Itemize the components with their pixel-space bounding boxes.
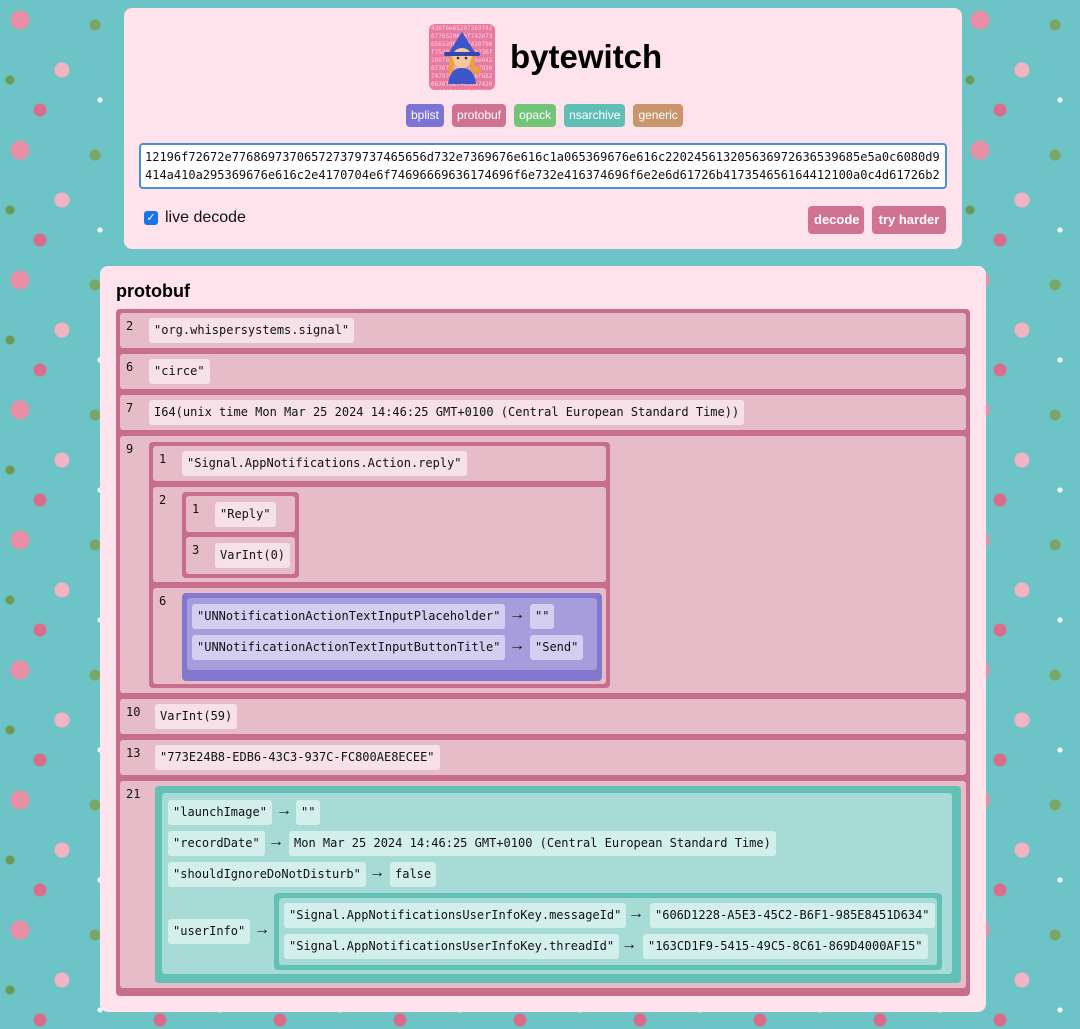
- logo-icon: 436f6e6520736974207765206e6f742073656520…: [429, 24, 495, 90]
- field-row: 1 "Signal.AppNotifications.Action.reply": [153, 446, 606, 481]
- app-header: 436f6e6520736974207765206e6f742073656520…: [429, 24, 662, 90]
- nested-message: 1 "Reply" 3 VarInt(0): [182, 492, 299, 578]
- field-row: 13 "773E24B8-EDB6-43C3-937C-FC800AE8ECEE…: [120, 740, 966, 775]
- field-number: 6: [159, 594, 167, 608]
- live-decode-checkbox[interactable]: ✓: [144, 211, 158, 225]
- dict-key[interactable]: "userInfo": [168, 919, 251, 944]
- dict-value[interactable]: "Send": [530, 635, 584, 660]
- live-decode-label: live decode: [165, 209, 246, 226]
- result-title: protobuf: [116, 281, 190, 301]
- arrow-icon: →: [509, 637, 525, 654]
- nested-dictionary: "Signal.AppNotificationsUserInfoKey.mess…: [274, 893, 942, 970]
- tab-opack[interactable]: opack: [514, 104, 557, 127]
- dict-key[interactable]: "launchImage": [168, 800, 272, 825]
- field-value[interactable]: "circe": [149, 359, 210, 384]
- decoder-tabs: bplist protobuf opack nsarchive generic: [406, 104, 683, 127]
- field-row: 6 "circe": [120, 354, 966, 389]
- field-value[interactable]: VarInt(59): [155, 704, 238, 729]
- dictionary-block: "launchImage" → "" "recordDate" → Mon Ma…: [155, 786, 961, 983]
- field-number: 9: [126, 442, 134, 456]
- field-value[interactable]: "Reply": [215, 502, 276, 527]
- field-number: 3: [192, 543, 200, 557]
- arrow-icon: →: [369, 864, 385, 881]
- witch-icon: [444, 32, 481, 84]
- dictionary-entries: "launchImage" → "" "recordDate" → Mon Ma…: [162, 793, 952, 974]
- dict-key[interactable]: "Signal.AppNotificationsUserInfoKey.mess…: [284, 903, 627, 928]
- arrow-icon: →: [628, 905, 644, 922]
- dict-key[interactable]: "UNNotificationActionTextInputPlaceholde…: [192, 604, 506, 629]
- protobuf-tree: 2 "org.whispersystems.signal" 6 "circe" …: [116, 309, 970, 996]
- try-harder-button[interactable]: try harder: [872, 206, 946, 234]
- live-decode-toggle[interactable]: ✓ live decode: [144, 209, 246, 227]
- dict-key[interactable]: "UNNotificationActionTextInputButtonTitl…: [192, 635, 506, 660]
- field-row: 7 I64(unix time Mon Mar 25 2024 14:46:25…: [120, 395, 966, 430]
- field-number: 21: [126, 787, 141, 801]
- arrow-icon: →: [621, 936, 637, 953]
- dict-key[interactable]: "recordDate": [168, 831, 265, 856]
- field-value[interactable]: "Signal.AppNotifications.Action.reply": [182, 451, 467, 476]
- field-number: 1: [159, 452, 167, 466]
- field-value[interactable]: VarInt(0): [215, 543, 291, 568]
- dict-value[interactable]: "606D1228-A5E3-45C2-B6F1-985E8451D634": [650, 903, 935, 928]
- field-row: 10 VarInt(59): [120, 699, 966, 734]
- decode-button[interactable]: decode: [808, 206, 864, 234]
- header-card: 436f6e6520736974207765206e6f742073656520…: [124, 8, 962, 249]
- dictionary-entries: "UNNotificationActionTextInputPlaceholde…: [187, 598, 597, 670]
- arrow-icon: →: [268, 833, 284, 850]
- tab-generic[interactable]: generic: [633, 104, 683, 127]
- nested-message: 1 "Signal.AppNotifications.Action.reply"…: [149, 442, 610, 688]
- dict-key[interactable]: "Signal.AppNotificationsUserInfoKey.thre…: [284, 934, 620, 959]
- arrow-icon: →: [276, 802, 292, 819]
- nested-dictionary-entries: "Signal.AppNotificationsUserInfoKey.mess…: [279, 898, 937, 965]
- dictionary-block: "UNNotificationActionTextInputPlaceholde…: [182, 593, 602, 681]
- dict-value[interactable]: false: [390, 862, 437, 887]
- dict-value[interactable]: "": [296, 800, 321, 825]
- app-title: bytewitch: [510, 38, 663, 75]
- tab-nsarchive[interactable]: nsarchive: [564, 104, 626, 127]
- dict-value[interactable]: Mon Mar 25 2024 14:46:25 GMT+0100 (Centr…: [289, 831, 776, 856]
- dict-value[interactable]: "": [530, 604, 555, 629]
- arrow-icon: →: [254, 921, 270, 938]
- field-row: 9 1 "Signal.AppNotifications.Action.repl…: [120, 436, 966, 693]
- field-number: 1: [192, 502, 200, 516]
- field-row: 2 1 "Reply" 3 VarInt(0): [153, 487, 606, 582]
- result-card: protobuf 2 "org.whispersystems.signal" 6…: [100, 266, 986, 1012]
- field-number: 2: [159, 493, 167, 507]
- dict-key[interactable]: "shouldIgnoreDoNotDisturb": [168, 862, 366, 887]
- field-row: 2 "org.whispersystems.signal": [120, 313, 966, 348]
- dict-value[interactable]: "163CD1F9-5415-49C5-8C61-869D4000AF15": [643, 934, 928, 959]
- field-number: 13: [126, 746, 141, 760]
- field-row: 6 "UNNotificationActionTextInputPlacehol…: [153, 588, 606, 684]
- field-row: 3 VarInt(0): [186, 537, 295, 574]
- tab-bplist[interactable]: bplist: [406, 104, 445, 127]
- field-value[interactable]: "773E24B8-EDB6-43C3-937C-FC800AE8ECEE": [155, 745, 440, 770]
- field-number: 2: [126, 319, 134, 333]
- hex-input[interactable]: 12196f72672e776869737065727379737465656d…: [139, 143, 947, 189]
- arrow-icon: →: [509, 606, 525, 623]
- field-number: 6: [126, 360, 134, 374]
- field-value[interactable]: "org.whispersystems.signal": [149, 318, 355, 343]
- field-value[interactable]: I64(unix time Mon Mar 25 2024 14:46:25 G…: [149, 400, 745, 425]
- field-row: 1 "Reply": [186, 496, 295, 532]
- tab-protobuf[interactable]: protobuf: [452, 104, 507, 127]
- field-number: 10: [126, 705, 141, 719]
- field-row: 21 "launchImage" → "" "recordDate" → Mon…: [120, 781, 966, 988]
- field-number: 7: [126, 401, 134, 415]
